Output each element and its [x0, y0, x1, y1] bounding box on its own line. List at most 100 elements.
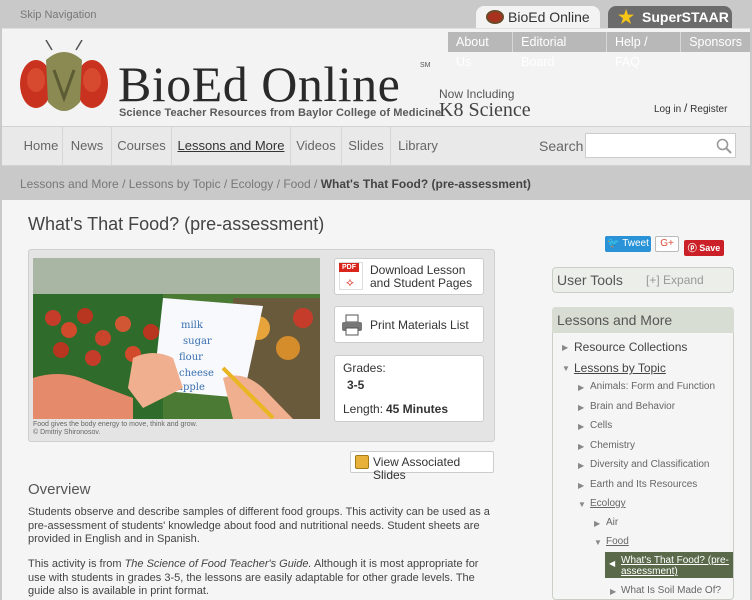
sidebar-active-lesson[interactable]: ◀ What's That Food? (pre-assessment) [605, 552, 733, 578]
tab-bioed-label: BioEd Online [508, 9, 590, 25]
overview-heading: Overview [28, 481, 91, 498]
lessons-panel-title: Lessons and More [557, 312, 673, 328]
sidebar-topic-diversity[interactable]: Diversity and Classification [590, 459, 710, 470]
tab-superstaar-label: SuperSTAAR [642, 9, 729, 25]
triangle-right-icon: ▶ [610, 587, 617, 596]
svg-text:milk: milk [181, 320, 204, 331]
sidebar-topic-cells[interactable]: Cells [590, 420, 612, 431]
tab-superstaar[interactable]: ★ SuperSTAAR [608, 6, 732, 28]
nav-library[interactable]: Library [391, 126, 445, 166]
lesson-info-box: Grades: 3-5 Length: 45 Minutes [334, 355, 484, 422]
nav-news[interactable]: News [63, 126, 112, 166]
breadcrumb-current: What's That Food? (pre-assessment) [320, 177, 531, 191]
sidebar-ecology-food[interactable]: Food [606, 536, 629, 547]
pdf-icon: PDF ⟡ [339, 262, 363, 290]
twitter-icon: 🐦 [607, 238, 620, 249]
breadcrumb-ecology[interactable]: Ecology [231, 177, 274, 191]
length-label: Length: [343, 402, 384, 416]
k8-science-logo[interactable]: K8 Science [439, 99, 531, 122]
sidebar-topic-brain[interactable]: Brain and Behavior [590, 401, 675, 412]
view-slides-button[interactable]: View Associated Slides [350, 451, 494, 482]
triangle-right-icon: ▶ [594, 519, 601, 528]
triangle-right-icon: ▶ [578, 422, 585, 431]
sidebar-lessons-by-topic[interactable]: Lessons by Topic [574, 361, 666, 375]
util-help-faq[interactable]: Help / FAQ [605, 32, 680, 69]
p2-text-a: This activity is from [28, 558, 125, 570]
nav-slides[interactable]: Slides [342, 126, 391, 166]
printer-icon [342, 314, 362, 336]
bioed-fly-icon [486, 10, 504, 24]
sidebar-topic-chemistry[interactable]: Chemistry [590, 440, 635, 451]
search-icon[interactable] [716, 138, 732, 154]
triangle-down-icon: ▼ [578, 500, 586, 509]
photo-caption: Food gives the body energy to move, thin… [33, 421, 197, 437]
print-materials-button[interactable]: Print Materials List [334, 306, 484, 343]
length-value: 45 Minutes [386, 402, 449, 416]
sidebar-resource-collections[interactable]: Resource Collections [574, 340, 687, 354]
user-tools-expand[interactable]: [+] Expand [646, 273, 704, 287]
svg-text:flour: flour [179, 352, 203, 363]
view-slides-label: View Associated Slides [373, 455, 461, 482]
register-link[interactable]: Register [690, 104, 727, 115]
breadcrumb: Lessons and More / Lessons by Topic / Ec… [20, 177, 531, 191]
overview-paragraph-2: This activity is from The Science of Foo… [28, 558, 494, 599]
nav-courses[interactable]: Courses [112, 126, 172, 166]
tweet-button[interactable]: 🐦 Tweet [605, 236, 651, 252]
sidebar-topic-ecology[interactable]: Ecology [590, 498, 626, 509]
save-label: Save [699, 243, 721, 253]
auth-links: Log in / Register [654, 101, 727, 115]
nav-lessons-and-more[interactable]: Lessons and More [172, 126, 291, 166]
pinterest-save-button[interactable]: ⓟ Save [684, 240, 724, 256]
page-title: What's That Food? (pre-assessment) [28, 214, 325, 234]
triangle-right-icon: ▶ [578, 442, 585, 451]
triangle-down-icon: ▼ [594, 538, 602, 547]
grades-value: 3-5 [347, 378, 365, 392]
nav-videos[interactable]: Videos [291, 126, 342, 166]
grades-label: Grades: [343, 361, 386, 375]
star-icon: ★ [618, 7, 635, 27]
google-plus-button[interactable]: G+ [655, 236, 679, 252]
book-title: The Science of Food Teacher's Guide. [124, 558, 312, 570]
auth-separator: / [684, 101, 688, 115]
sidebar-topic-earth[interactable]: Earth and Its Resources [590, 479, 697, 490]
triangle-right-icon: ▶ [578, 481, 585, 490]
sidebar-ecology-air[interactable]: Air [606, 517, 618, 528]
breadcrumb-food[interactable]: Food [283, 177, 310, 191]
breadcrumb-lessons-by-topic[interactable]: Lessons by Topic [129, 177, 221, 191]
triangle-left-icon: ◀ [609, 559, 616, 568]
triangle-right-icon: ▶ [562, 343, 569, 352]
sidebar-soil-lesson[interactable]: What Is Soil Made Of? [621, 585, 721, 596]
util-sponsors[interactable]: Sponsors [680, 32, 750, 52]
caption-text: Food gives the body energy to move, thin… [33, 421, 198, 428]
slides-icon [355, 455, 369, 469]
breadcrumb-lessons-and-more[interactable]: Lessons and More [20, 177, 119, 191]
lesson-photo: milk sugar flour cheese apple [33, 258, 320, 419]
utility-nav: About Us Editorial Board Help / FAQ Spon… [448, 32, 750, 69]
user-tools-title: User Tools [557, 272, 623, 288]
svg-text:sugar: sugar [183, 336, 212, 347]
fly-logo-icon[interactable] [16, 40, 112, 122]
active-lesson-label: What's That Food? (pre-assessment) [621, 555, 729, 577]
search-input[interactable] [585, 133, 736, 158]
util-editorial-board[interactable]: Editorial Board [512, 32, 606, 69]
photo-credit: © Dmitriy Shironosov. [33, 429, 101, 436]
download-lesson-label: Download Lesson and Student Pages [370, 263, 473, 290]
util-about-us[interactable]: About Us [448, 32, 512, 69]
overview-paragraph-1: Students observe and describe samples of… [28, 506, 490, 545]
login-link[interactable]: Log in [654, 104, 681, 115]
site-logo-text[interactable]: BioEd Online [118, 54, 400, 114]
search-label: Search [539, 138, 584, 154]
triangle-right-icon: ▶ [578, 383, 585, 392]
triangle-right-icon: ▶ [578, 403, 585, 412]
pdf-badge-text: PDF [339, 263, 359, 272]
svg-text:cheese: cheese [179, 368, 214, 379]
skip-navigation-link[interactable]: Skip Navigation [20, 9, 96, 21]
nav-home[interactable]: Home [20, 126, 63, 166]
tab-bioed-online[interactable]: BioEd Online [476, 6, 600, 28]
print-materials-label: Print Materials List [370, 318, 469, 332]
sidebar-topic-animals[interactable]: Animals: Form and Function [590, 381, 715, 392]
triangle-down-icon: ▼ [562, 364, 570, 373]
download-lesson-button[interactable]: PDF ⟡ Download Lesson and Student Pages [334, 258, 484, 295]
tweet-label: Tweet [622, 238, 649, 249]
site-tagline: Science Teacher Resources from Baylor Co… [119, 107, 442, 119]
